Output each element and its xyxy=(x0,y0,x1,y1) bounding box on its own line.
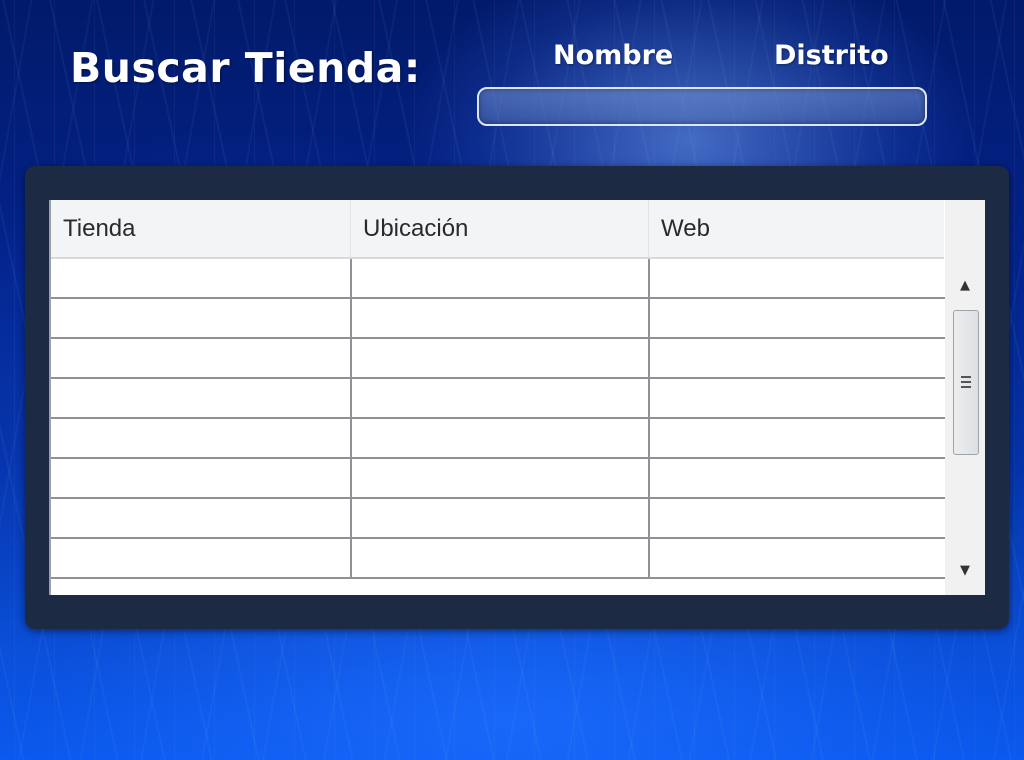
table-row[interactable] xyxy=(51,419,946,459)
cell-ubicacion[interactable] xyxy=(352,499,650,537)
cell-ubicacion[interactable] xyxy=(352,539,650,577)
column-header-web[interactable]: Web xyxy=(649,200,944,257)
cell-web[interactable] xyxy=(650,379,946,417)
scrollbar-thumb[interactable] xyxy=(953,310,979,455)
cell-tienda[interactable] xyxy=(51,259,352,297)
table-row[interactable] xyxy=(51,379,946,419)
cell-web[interactable] xyxy=(650,339,946,377)
cell-web[interactable] xyxy=(650,299,946,337)
cell-web[interactable] xyxy=(650,539,946,577)
table-row[interactable] xyxy=(51,539,946,579)
cell-tienda[interactable] xyxy=(51,459,352,497)
arrow-up-icon[interactable]: ▲ xyxy=(945,270,985,300)
cell-tienda[interactable] xyxy=(51,339,352,377)
column-header-tienda[interactable]: Tienda xyxy=(51,200,351,257)
cell-ubicacion[interactable] xyxy=(352,339,650,377)
vertical-scrollbar[interactable]: ▲ ▼ xyxy=(945,200,985,595)
grip-icon xyxy=(961,376,971,389)
cell-ubicacion[interactable] xyxy=(352,379,650,417)
cell-ubicacion[interactable] xyxy=(352,259,650,297)
table-row[interactable] xyxy=(51,339,946,379)
nombre-label[interactable]: Nombre xyxy=(553,40,673,71)
search-input[interactable] xyxy=(477,87,927,126)
cell-tienda[interactable] xyxy=(51,299,352,337)
table-row[interactable] xyxy=(51,259,946,299)
cell-web[interactable] xyxy=(650,459,946,497)
cell-tienda[interactable] xyxy=(51,379,352,417)
cell-tienda[interactable] xyxy=(51,499,352,537)
cell-ubicacion[interactable] xyxy=(352,459,650,497)
cell-ubicacion[interactable] xyxy=(352,299,650,337)
table-row[interactable] xyxy=(51,499,946,539)
column-header-ubicacion[interactable]: Ubicación xyxy=(351,200,649,257)
cell-tienda[interactable] xyxy=(51,539,352,577)
table-row[interactable] xyxy=(51,459,946,499)
table-row[interactable] xyxy=(51,299,946,339)
cell-web[interactable] xyxy=(650,499,946,537)
results-table: Tienda Ubicación Web ▲ ▼ xyxy=(49,200,985,595)
cell-tienda[interactable] xyxy=(51,419,352,457)
arrow-down-icon[interactable]: ▼ xyxy=(945,555,985,585)
page-title: Buscar Tienda: xyxy=(70,44,421,92)
cell-web[interactable] xyxy=(650,419,946,457)
cell-web[interactable] xyxy=(650,259,946,297)
cell-ubicacion[interactable] xyxy=(352,419,650,457)
table-body xyxy=(51,259,946,579)
table-header: Tienda Ubicación Web xyxy=(51,200,944,259)
distrito-label[interactable]: Distrito xyxy=(774,40,889,71)
